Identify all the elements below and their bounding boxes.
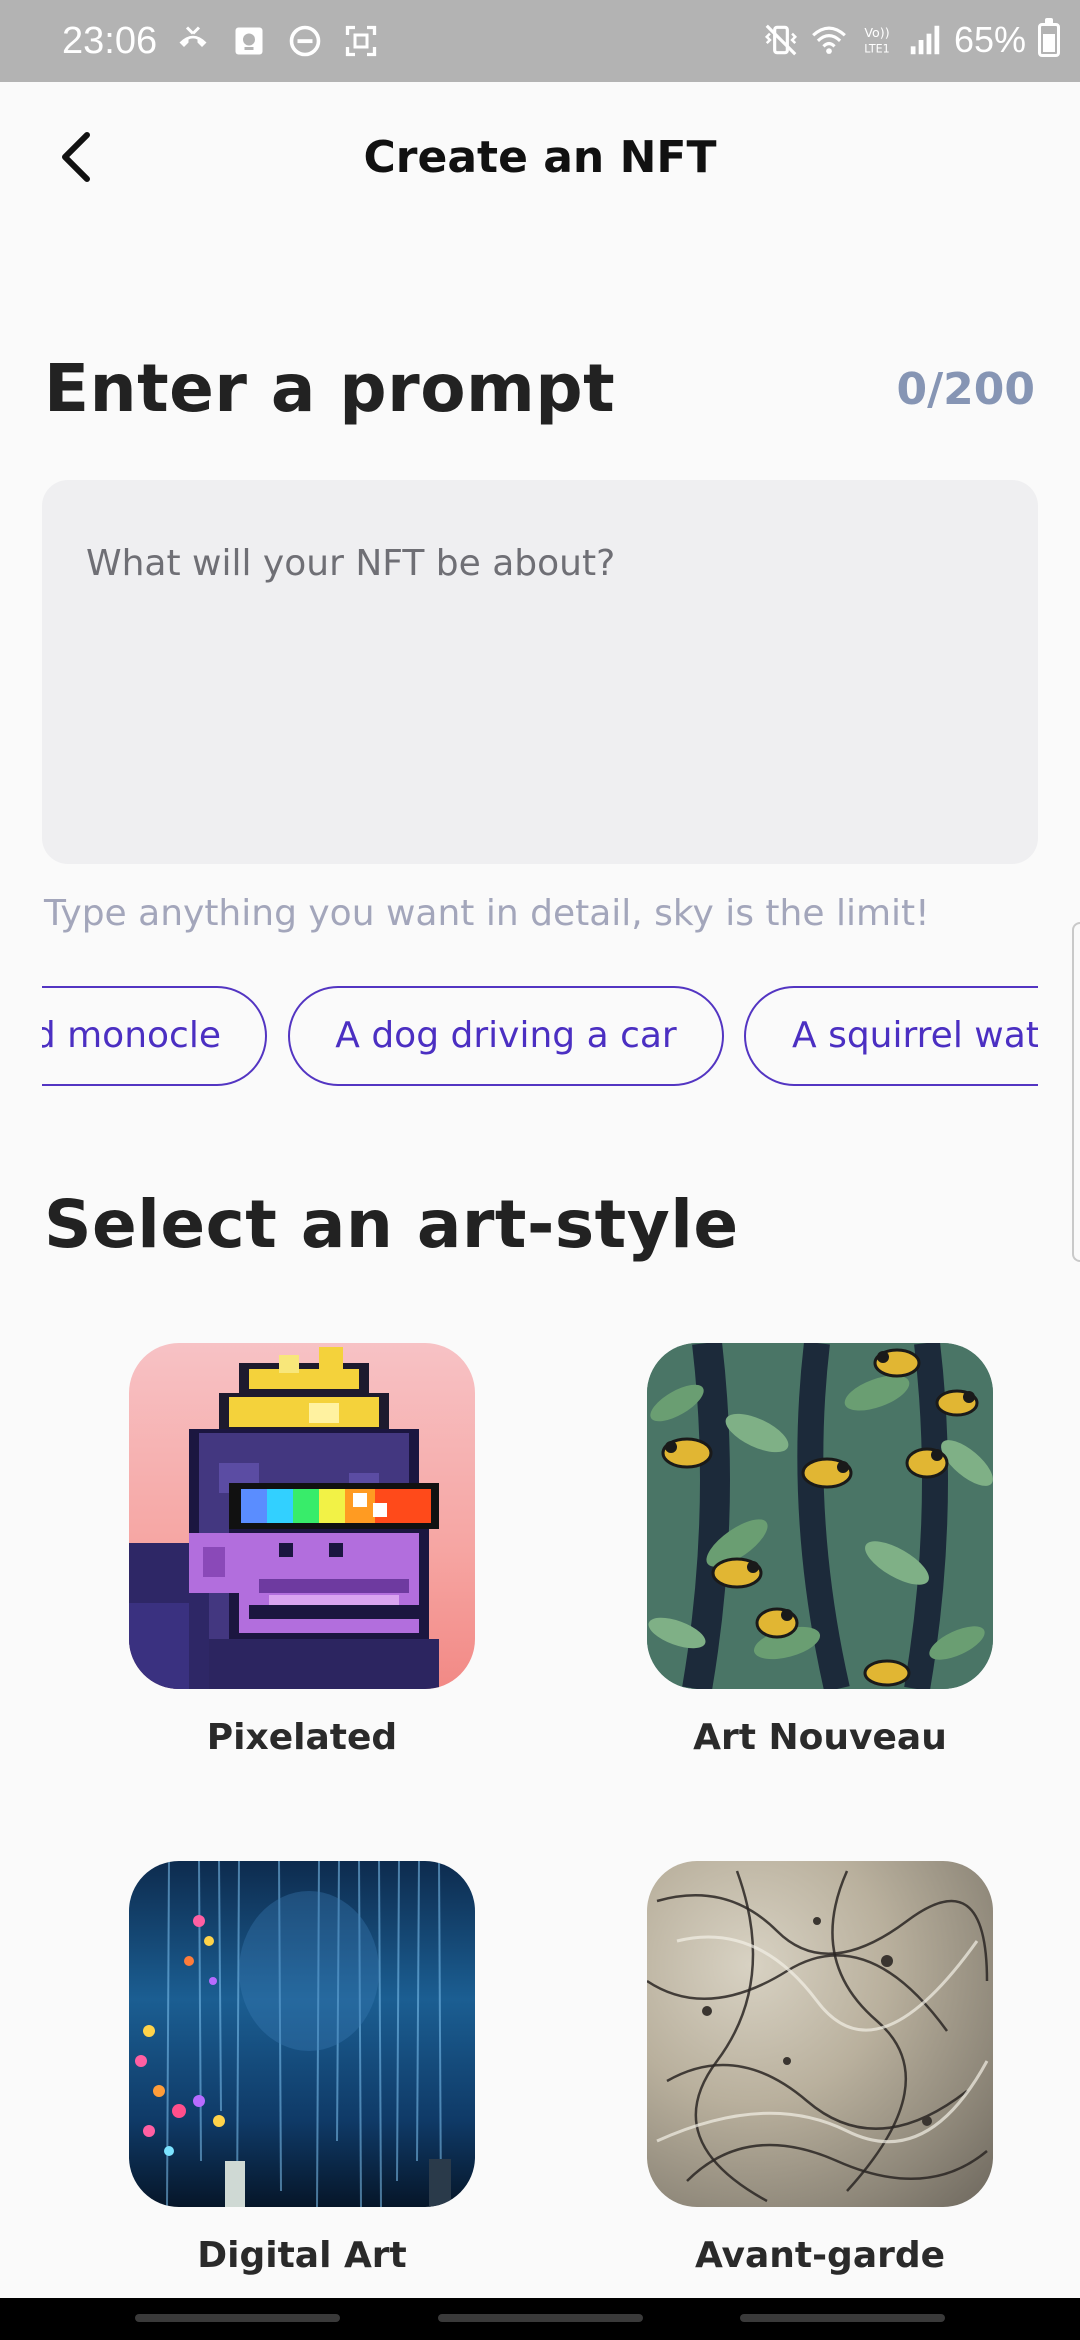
character-counter: 0/200: [896, 364, 1035, 415]
prompt-input[interactable]: What will your NFT be about?: [42, 480, 1038, 864]
status-right-icons: Vo)) LTE1 65%: [762, 14, 1060, 66]
battery-percentage: 65%: [953, 19, 1026, 60]
art-style-label: Art Nouveau: [693, 1717, 947, 1758]
art-style-label: Digital Art: [197, 2235, 407, 2276]
art-style-card-art-nouveau[interactable]: Art Nouveau: [645, 1343, 995, 1763]
status-time: 23:06: [62, 20, 158, 62]
prompt-helper-text: Type anything you want in detail, sky is…: [44, 893, 930, 934]
app-header: Create an NFT: [0, 82, 1080, 232]
art-style-card-digital-art[interactable]: Digital Art: [127, 1861, 477, 2281]
suggestion-chip[interactable]: d monocle: [42, 986, 267, 1086]
pixelated-thumbnail: [129, 1343, 475, 1689]
art-style-card-pixelated[interactable]: Pixelated: [127, 1343, 477, 1763]
page-title: Create an NFT: [363, 132, 717, 183]
digital-art-thumbnail: [129, 1861, 475, 2207]
nav-handle[interactable]: [438, 2314, 643, 2322]
status-left-icons: [175, 22, 379, 60]
svg-text:Vo)): Vo)): [864, 25, 889, 40]
screenshot-icon: [345, 25, 377, 57]
art-style-label: Avant-garde: [694, 2235, 946, 2276]
system-nav-bar: [0, 2298, 1080, 2340]
art-style-heading: Select an art-style: [44, 1186, 739, 1263]
call-icon: [179, 26, 207, 47]
vibrate-icon: [764, 24, 797, 56]
art-style-card-avant-garde[interactable]: Avant-garde: [645, 1861, 995, 2281]
signal-icon: [910, 25, 940, 55]
battery-icon: [1038, 18, 1060, 57]
volte-icon: Vo)) LTE1: [864, 25, 889, 56]
do-not-disturb-icon: [289, 25, 321, 57]
art-style-label: Pixelated: [206, 1717, 398, 1758]
nav-handle[interactable]: [135, 2314, 340, 2322]
prompt-heading: Enter a prompt: [44, 350, 616, 427]
svg-text:LTE1: LTE1: [864, 43, 889, 56]
suggestion-chip[interactable]: A dog driving a car: [288, 986, 724, 1086]
nav-handle[interactable]: [740, 2314, 945, 2322]
status-bar: 23:06 Vo)) LTE1 65%: [0, 0, 1080, 82]
art-nouveau-thumbnail: [647, 1343, 993, 1689]
prompt-placeholder: What will your NFT be about?: [86, 543, 616, 584]
suggestion-chips[interactable]: d monocle A dog driving a car A squirrel…: [42, 984, 1038, 1090]
photo-icon: [235, 27, 263, 55]
suggestion-chip[interactable]: A squirrel wat: [744, 986, 1038, 1086]
avant-garde-thumbnail: [647, 1861, 993, 2207]
scroll-indicator[interactable]: [1072, 922, 1080, 1262]
wifi-icon: [812, 26, 846, 54]
